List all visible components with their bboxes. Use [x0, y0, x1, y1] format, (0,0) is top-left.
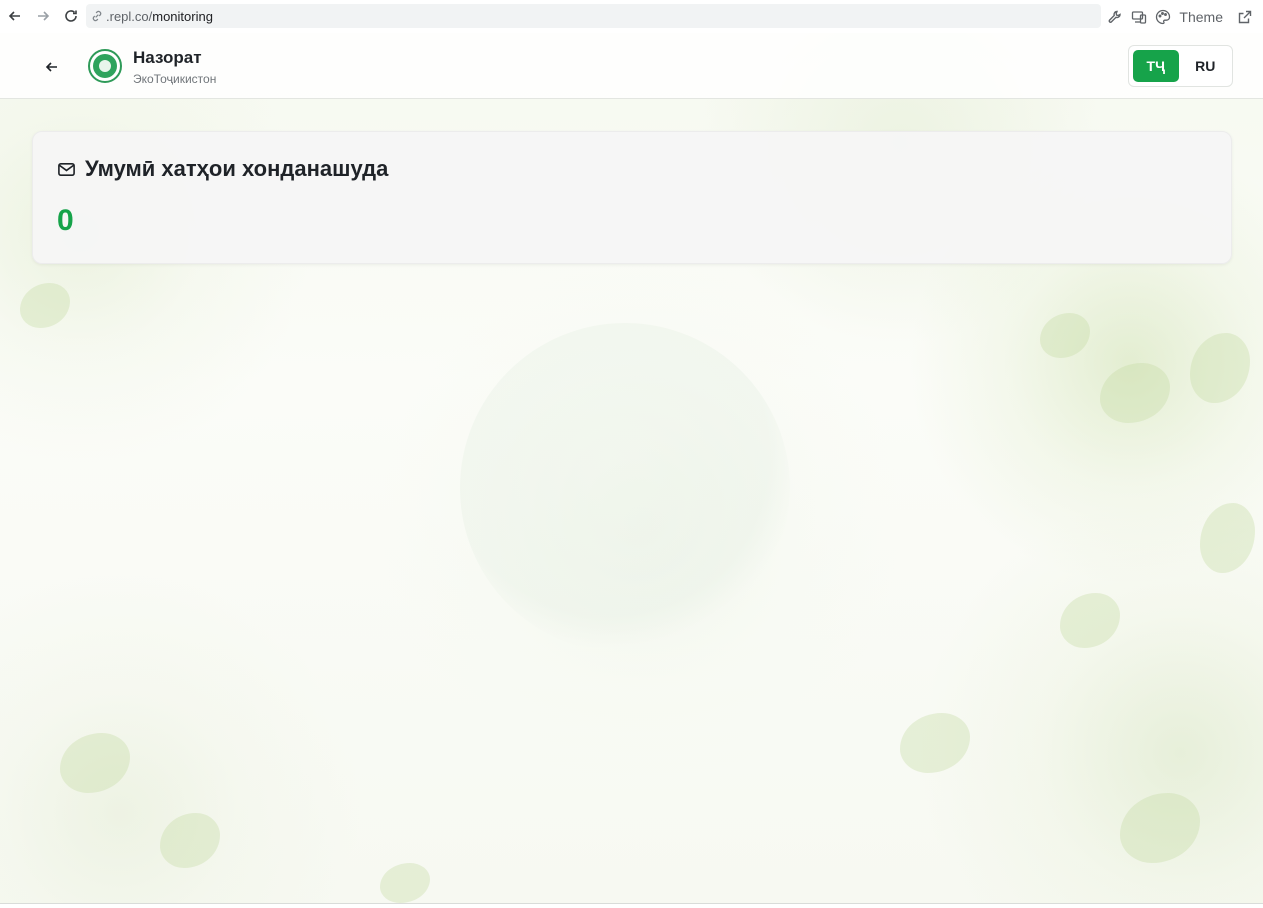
- background-leaf: [20, 283, 70, 328]
- eco-logo: [88, 49, 122, 83]
- background-globe: [460, 323, 790, 653]
- language-button-tj[interactable]: ТҶ: [1133, 50, 1179, 82]
- header-titles: Назорат ЭкоТоҷикистон: [133, 47, 216, 88]
- browser-back-icon[interactable]: [4, 5, 26, 27]
- unread-errors-card: Умумӣ хатҳои хонданашуда 0: [32, 131, 1232, 264]
- page-subtitle: ЭкоТоҷикистон: [133, 72, 217, 86]
- app-header: Назорат ЭкоТоҷикистон ТҶ RU: [0, 33, 1263, 99]
- background-leaf: [900, 713, 970, 773]
- window-bottom-border: [0, 903, 1263, 908]
- card-header: Умумӣ хатҳои хонданашуда: [57, 156, 388, 182]
- page-background: Назорат ЭкоТоҷикистон ТҶ RU Умумӣ хатҳои…: [0, 33, 1263, 903]
- browser-forward-icon[interactable]: [32, 5, 54, 27]
- address-bar[interactable]: .repl.co/monitoring: [86, 4, 1101, 28]
- background-leaf: [1100, 363, 1170, 423]
- card-title: Умумӣ хатҳои хонданашуда: [85, 156, 389, 181]
- theme-label[interactable]: Theme: [1179, 9, 1223, 25]
- browser-reload-icon[interactable]: [60, 5, 82, 27]
- page-title: Назорат: [133, 48, 202, 67]
- background-leaf: [60, 733, 130, 793]
- language-switcher: ТҶ RU: [1128, 45, 1233, 87]
- logo-emblem: [93, 54, 117, 78]
- browser-actions: Theme: [1107, 0, 1253, 33]
- wrench-icon[interactable]: [1107, 9, 1123, 25]
- logo-core: [99, 60, 111, 72]
- browser-toolbar: .repl.co/monitoring Theme: [0, 0, 1263, 33]
- link-icon: [90, 9, 104, 23]
- background-leaf: [160, 813, 220, 868]
- language-button-ru[interactable]: RU: [1183, 50, 1229, 82]
- devices-icon[interactable]: [1131, 9, 1147, 25]
- mail-icon: [57, 159, 77, 179]
- url-host: .repl.co/: [106, 8, 153, 24]
- background-leaf: [1040, 313, 1090, 358]
- background-leaf: [380, 863, 430, 903]
- external-link-icon[interactable]: [1237, 9, 1253, 25]
- background-leaf: [1200, 503, 1255, 573]
- unread-count-value: 0: [57, 204, 74, 237]
- back-arrow-icon[interactable]: [40, 55, 64, 79]
- background-leaf: [1120, 793, 1200, 863]
- url-path: monitoring: [152, 8, 213, 24]
- palette-icon[interactable]: [1155, 9, 1171, 25]
- background-leaf: [1190, 333, 1250, 403]
- background-leaf: [1060, 593, 1120, 648]
